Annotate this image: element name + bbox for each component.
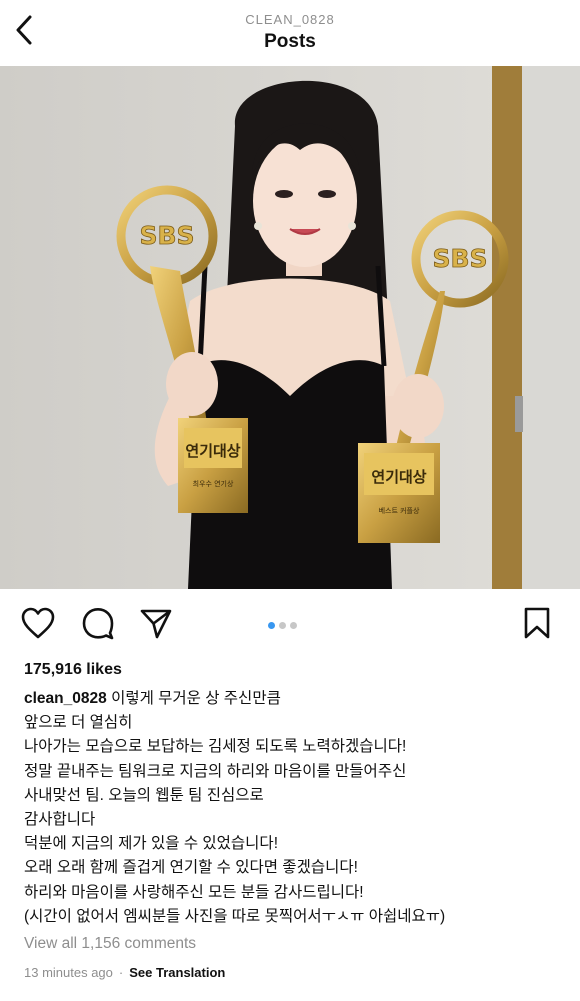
caption-line: clean_0828 이렇게 무거운 상 주신만큼	[24, 687, 564, 711]
trophy-right-brand: SBS	[432, 244, 487, 273]
caption-line: (시간이 없어서 엠씨분들 사진을 따로 못찍어서ㅜㅅㅠ 아쉽네요ㅠ)	[24, 907, 446, 925]
header-username[interactable]: CLEAN_0828	[0, 12, 580, 27]
post-caption: clean_0828 이렇게 무거운 상 주신만큼 앞으로 더 열심히 나아가는…	[24, 687, 564, 929]
post-header: CLEAN_0828 Posts	[0, 0, 580, 66]
trophy-left-plaque: 연기대상	[185, 442, 240, 460]
post-meta: 13 minutes ago · See Translation	[24, 965, 225, 980]
caption-line: 나아가는 모습으로 보답하는 김세정 되도록 노력하겠습니다!	[24, 738, 407, 756]
trophy-left-brand: SBS	[139, 221, 194, 250]
comment-button[interactable]	[79, 606, 117, 644]
caption-author[interactable]: clean_0828	[24, 690, 107, 707]
comment-icon	[81, 606, 115, 645]
share-button[interactable]	[137, 606, 175, 644]
carousel-dot-active	[268, 622, 275, 629]
caption-line: 정말 끝내주는 팀워크로 지금의 하리와 마음이를 만들어주신	[24, 762, 407, 780]
trophy-right-subtitle: 베스트 커플상	[379, 506, 420, 515]
likes-count[interactable]: 175,916 likes	[24, 661, 122, 679]
post-photo-illustration: 연기대상 최우수 연기상 SBS 연기대상 베스트 커플상 SBS	[0, 66, 580, 589]
meta-separator: ·	[118, 965, 124, 980]
caption-text: 이렇게 무거운 상 주신만큼	[111, 690, 281, 707]
like-button[interactable]	[19, 606, 57, 644]
carousel-dot	[279, 622, 286, 629]
save-button[interactable]	[518, 606, 556, 644]
caption-line: 하리와 마음이를 사랑해주신 모든 분들 감사드립니다!	[24, 883, 364, 901]
caption-line: 사내맞선 팀. 오늘의 웹툰 팀 진심으로	[24, 786, 264, 804]
trophy-left-subtitle: 최우수 연기상	[193, 479, 234, 488]
carousel-dot	[290, 622, 297, 629]
post-photo[interactable]: 연기대상 최우수 연기상 SBS 연기대상 베스트 커플상 SBS	[0, 66, 580, 589]
share-icon	[139, 606, 173, 645]
caption-line: 덕분에 지금의 제가 있을 수 있었습니다!	[24, 835, 278, 853]
heart-icon	[20, 606, 56, 645]
caption-line: 감사합니다	[24, 811, 96, 829]
action-bar	[0, 596, 580, 652]
page-title: Posts	[264, 31, 316, 52]
see-translation-link[interactable]: See Translation	[129, 965, 225, 980]
trophy-right-plaque: 연기대상	[371, 468, 426, 486]
view-comments-link[interactable]: View all 1,156 comments	[24, 935, 196, 953]
caption-line: 앞으로 더 열심히	[24, 714, 133, 732]
post-timestamp: 13 minutes ago	[24, 965, 113, 980]
bookmark-icon	[522, 606, 552, 645]
carousel-indicator	[268, 622, 297, 630]
caption-line: 오래 오래 함께 즐겁게 연기할 수 있다면 좋겠습니다!	[24, 859, 358, 877]
